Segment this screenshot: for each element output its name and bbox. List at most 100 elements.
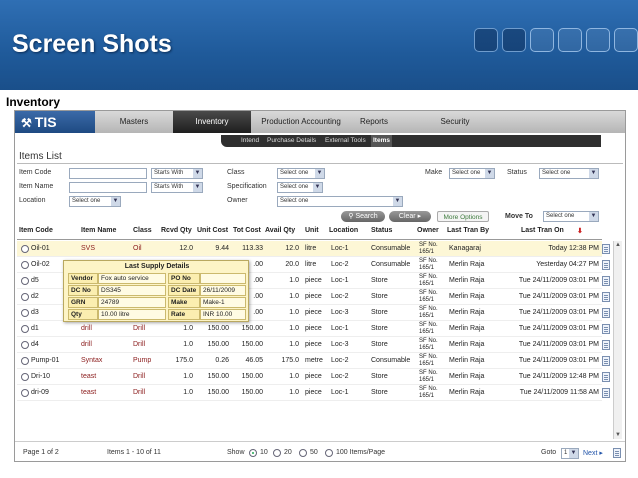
nav-item-production-accounting[interactable]: Production Accounting (251, 111, 351, 133)
make-select[interactable]: Select one ▼ (449, 168, 495, 179)
cell-avail-qty: 1.0 (289, 341, 299, 348)
item-name-label: Item Name (19, 183, 54, 190)
deco-square-icon (558, 28, 582, 52)
details-doc-icon[interactable] (602, 308, 610, 318)
row-select-radio[interactable] (21, 357, 29, 365)
col-last-tran-by[interactable]: Last Tran By (447, 227, 489, 234)
cell-rcvd-qty: 175.0 (175, 357, 193, 364)
col-rcvd-qty[interactable]: Rcvd Qty (161, 227, 192, 234)
nav-item-inventory[interactable]: Inventory (173, 111, 251, 133)
cell-unit-cost: 150.00 (207, 373, 229, 380)
status-select[interactable]: Select one ▼ (539, 168, 599, 179)
details-doc-icon[interactable] (602, 388, 610, 398)
scrollbar[interactable]: ▲ ▼ (613, 241, 622, 439)
owner-select[interactable]: Select one ▼ (277, 196, 403, 207)
col-last-tran-on[interactable]: Last Tran On (521, 227, 564, 234)
col-unit[interactable]: Unit (305, 227, 319, 234)
rate-label: Rate (168, 309, 200, 320)
nav-item-masters[interactable]: Masters (101, 111, 167, 133)
row-select-radio[interactable] (21, 277, 29, 285)
col-tot-cost[interactable]: Tot Cost (233, 227, 261, 234)
specification-select[interactable]: Select one ▼ (277, 182, 323, 193)
col-avail-qty[interactable]: Avail Qty (265, 227, 295, 234)
move-to-label: Move To (505, 213, 533, 220)
details-doc-icon[interactable] (602, 292, 610, 302)
table-row[interactable]: Pump-01 Syntax Pump 175.0 0.26 46.05 175.0 metr… (17, 353, 610, 369)
subnav-purchase-details[interactable]: Purchase Details (267, 135, 316, 147)
col-location[interactable]: Location (329, 227, 358, 234)
item-name-match-select[interactable]: Starts With ▼ (151, 182, 203, 193)
page-size-10-radio[interactable] (249, 449, 257, 457)
col-item-code[interactable]: Item Code (19, 227, 53, 234)
item-code-input[interactable] (69, 168, 147, 179)
chevron-down-icon: ▼ (393, 197, 402, 206)
clear-button[interactable]: Clear ▸ (389, 211, 431, 222)
subnav-items[interactable]: Items (371, 135, 392, 147)
cell-last-tran-on: Tue 24/11/2009 12:48 PM (518, 373, 599, 380)
details-doc-icon[interactable] (602, 356, 610, 366)
table-row[interactable]: dri-09 teast Drill 1.0 150.00 150.00 1.0 piece L… (17, 385, 610, 401)
page-size-100-radio[interactable] (325, 449, 333, 457)
row-select-radio[interactable] (21, 261, 29, 269)
details-doc-icon[interactable] (602, 260, 610, 270)
cell-rcvd-qty: 1.0 (183, 389, 193, 396)
item-name-input[interactable] (69, 182, 147, 193)
export-doc-icon[interactable] (613, 448, 621, 458)
nav-item-reports[interactable]: Reports (345, 111, 403, 133)
cell-unit: piece (305, 341, 322, 348)
scroll-down-icon[interactable]: ▼ (614, 431, 622, 439)
page-size-50-radio[interactable] (299, 449, 307, 457)
search-button[interactable]: ⚲ Search (341, 211, 385, 222)
cell-last-tran-by: Merlin Raja (449, 357, 485, 364)
next-page-link[interactable]: Next ▸ (583, 449, 603, 457)
cell-unit-cost: 150.00 (207, 325, 229, 332)
nav-item-security[interactable]: Security (425, 111, 485, 133)
cell-location: Loc-1 (331, 325, 349, 332)
table-row[interactable]: Oil-01 SVS Oil 12.0 9.44 113.33 12.0 litre Loc-1… (17, 241, 610, 257)
cell-item-code: Dri-10 (31, 373, 51, 380)
subnav-intend[interactable]: Intend (241, 135, 259, 147)
cell-status: Store (371, 277, 388, 284)
row-select-radio[interactable] (21, 341, 29, 349)
subnav-external-tools[interactable]: External Tools (325, 135, 366, 147)
row-select-radio[interactable] (21, 293, 29, 301)
location-select[interactable]: Select one ▼ (69, 196, 121, 207)
col-unit-cost[interactable]: Unit Cost (197, 227, 228, 234)
chevron-down-icon: ▼ (193, 169, 202, 178)
cell-location: Loc-2 (331, 373, 349, 380)
row-select-radio[interactable] (21, 373, 29, 381)
col-status[interactable]: Status (371, 227, 392, 234)
goto-page-select[interactable]: 1 ▼ (561, 448, 579, 459)
cell-unit-cost: 150.00 (207, 341, 229, 348)
scroll-up-icon[interactable]: ▲ (614, 241, 622, 249)
cell-owner: SF No. 165/1 (419, 290, 438, 303)
row-select-radio[interactable] (21, 309, 29, 317)
table-row[interactable]: d1 drill Drill 1.0 150.00 150.00 1.0 piece Loc-1… (17, 321, 610, 337)
cell-avail-qty: 1.0 (289, 325, 299, 332)
table-row[interactable]: d4 drill Drill 1.0 150.00 150.00 1.0 piece Loc-3… (17, 337, 610, 353)
page-size-20-radio[interactable] (273, 449, 281, 457)
cell-last-tran-on: Tue 24/11/2009 03:01 PM (518, 341, 599, 348)
cell-last-tran-by: Merlin Raja (449, 261, 485, 268)
row-select-radio[interactable] (21, 389, 29, 397)
col-class[interactable]: Class (133, 227, 152, 234)
details-doc-icon[interactable] (602, 276, 610, 286)
col-item-name[interactable]: Item Name (81, 227, 116, 234)
cell-unit: litre (305, 245, 317, 252)
class-select[interactable]: Select one ▼ (277, 168, 325, 179)
details-doc-icon[interactable] (602, 244, 610, 254)
table-row[interactable]: Dri-10 teast Drill 1.0 150.00 150.00 1.0 piece L… (17, 369, 610, 385)
row-select-radio[interactable] (21, 325, 29, 333)
move-to-select[interactable]: Select one ▼ (543, 211, 599, 222)
details-doc-icon[interactable] (602, 372, 610, 382)
chevron-down-icon: ▼ (313, 183, 322, 192)
row-select-radio[interactable] (21, 245, 29, 253)
col-owner[interactable]: Owner (417, 227, 439, 234)
more-options-button[interactable]: More Options (437, 211, 489, 222)
item-code-match-select[interactable]: Starts With ▼ (151, 168, 203, 179)
deco-square-icon (586, 28, 610, 52)
details-doc-icon[interactable] (602, 324, 610, 334)
sort-desc-icon[interactable]: ⬇ (577, 227, 583, 235)
details-doc-icon[interactable] (602, 340, 610, 350)
cell-item-code: d4 (31, 341, 39, 348)
